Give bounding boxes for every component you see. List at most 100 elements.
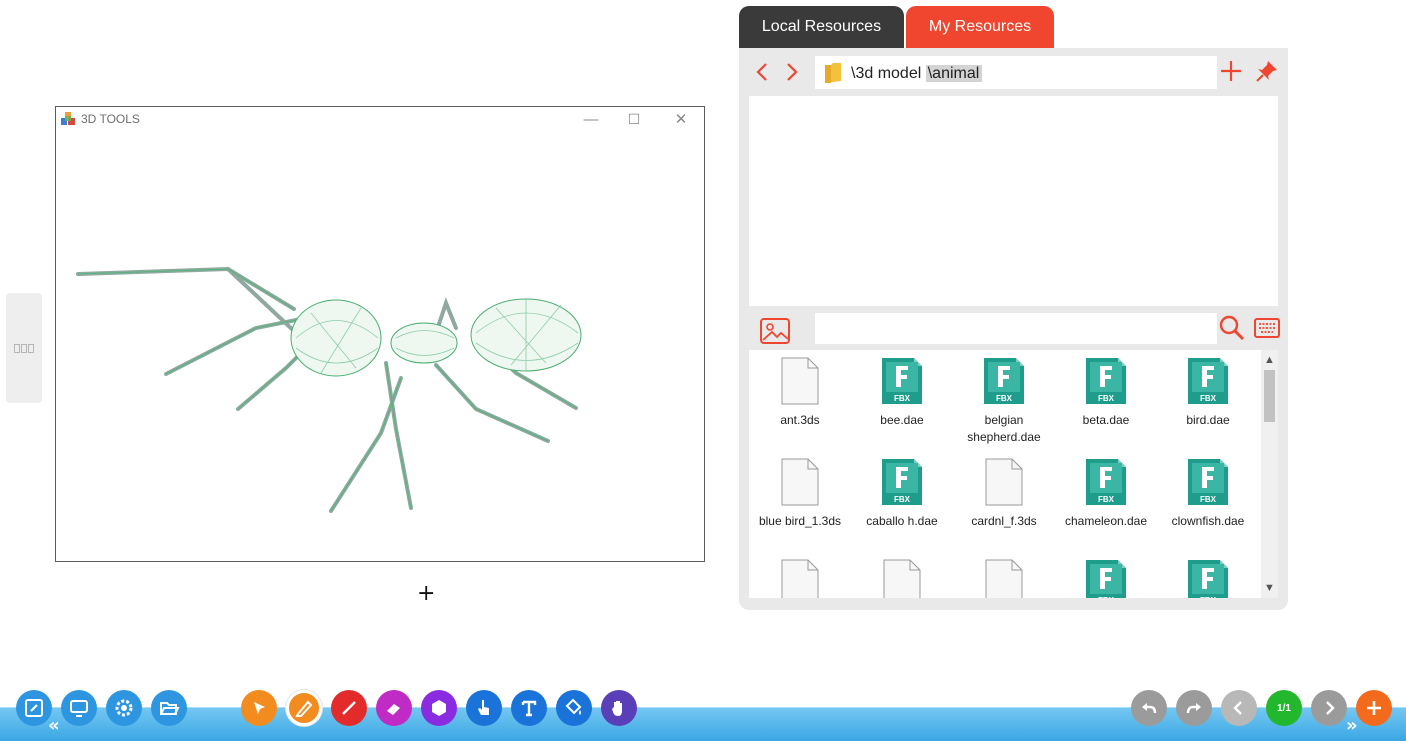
pan-button[interactable] — [601, 690, 637, 726]
plus-icon — [1367, 701, 1381, 715]
3d-viewport[interactable] — [56, 133, 704, 561]
file-grid: ant.3ds FBX bee.dae FBX belgian shepherd.dae… — [749, 350, 1261, 598]
file-item[interactable] — [749, 552, 851, 598]
file-item[interactable]: FBX caballo h.dae — [851, 451, 953, 552]
fbx-file-icon: FBX — [882, 358, 922, 404]
folder-icon — [825, 63, 841, 83]
fbx-file-icon: FBX — [984, 358, 1024, 404]
fbx-file-icon: FBX — [1086, 560, 1126, 598]
file-name: bird.dae — [1186, 413, 1230, 427]
add-page-button[interactable] — [1356, 690, 1392, 726]
collapse-left-icon[interactable]: « — [48, 717, 60, 735]
file-name: beta.dae — [1082, 413, 1130, 427]
fbx-file-icon: FBX — [1086, 459, 1126, 505]
chevron-right-icon — [1326, 701, 1335, 715]
minimize-button[interactable]: — — [576, 109, 606, 129]
tab-my-resources[interactable]: My Resources — [906, 6, 1054, 48]
fbx-file-icon: FBX — [882, 459, 922, 505]
keyboard-icon[interactable] — [1253, 316, 1281, 340]
file-item[interactable] — [953, 552, 1055, 598]
hexagon-icon — [432, 700, 446, 716]
document-file-icon — [985, 458, 1023, 506]
file-item[interactable]: FBX — [1157, 552, 1259, 598]
path-current: \animal — [925, 65, 983, 82]
search-input[interactable] — [815, 313, 1217, 344]
file-item[interactable]: FBX belgian shepherd.dae — [953, 350, 1055, 451]
back-arrow-icon[interactable] — [751, 60, 773, 84]
undo-button[interactable] — [1131, 690, 1167, 726]
open-folder-button[interactable] — [151, 690, 187, 726]
fbx-label: FBX — [1200, 394, 1217, 403]
fbx-file-icon: FBX — [1188, 358, 1228, 404]
select-button[interactable] — [241, 690, 277, 726]
pencil-icon — [295, 700, 313, 717]
folder-open-icon — [160, 702, 180, 715]
scroll-down-arrow-icon[interactable]: ▼ — [1261, 580, 1278, 596]
file-name: ant.3ds — [780, 413, 820, 427]
grip-icon — [14, 343, 34, 353]
ant-wireframe-model — [76, 266, 582, 513]
text-button[interactable] — [511, 690, 547, 726]
file-item[interactable]: FBX bee.dae — [851, 350, 953, 451]
file-item[interactable]: blue bird_1.3ds — [749, 451, 851, 552]
eraser-icon — [387, 704, 400, 715]
forward-arrow-icon[interactable] — [781, 60, 803, 84]
file-item[interactable]: FBX bird.dae — [1157, 350, 1259, 451]
side-panel-handle[interactable] — [6, 293, 42, 403]
page-indicator[interactable]: 1/1 — [1266, 690, 1302, 726]
fbx-label: FBX — [1200, 596, 1217, 598]
file-item[interactable]: cardnl_f.3ds — [953, 451, 1055, 552]
file-name: bee.dae — [880, 413, 924, 427]
line-icon — [342, 701, 356, 715]
shape-button[interactable] — [421, 690, 457, 726]
settings-button[interactable] — [106, 690, 142, 726]
path-folder: \3d model — [851, 65, 922, 82]
document-file-icon — [781, 357, 819, 405]
eraser-button[interactable] — [376, 690, 412, 726]
file-name: clownfish.dae — [1171, 514, 1245, 528]
redo-button[interactable] — [1176, 690, 1212, 726]
previous-page-button[interactable] — [1221, 690, 1257, 726]
maximize-button[interactable]: ☐ — [619, 109, 649, 129]
screen-button[interactable] — [61, 690, 97, 726]
pin-icon[interactable] — [1254, 58, 1280, 84]
document-file-icon — [985, 559, 1023, 598]
tab-local-resources[interactable]: Local Resources — [739, 6, 904, 48]
fbx-label: FBX — [894, 394, 911, 403]
path-bar[interactable]: \3d model \animal — [815, 56, 1217, 89]
file-item[interactable]: ant.3ds — [749, 350, 851, 451]
scroll-thumb[interactable] — [1264, 370, 1275, 422]
pen-button[interactable] — [286, 690, 322, 726]
search-icon[interactable] — [1218, 314, 1246, 342]
monitor-icon — [70, 700, 88, 717]
close-button[interactable]: ✕ — [666, 109, 696, 129]
fbx-label: FBX — [894, 495, 911, 504]
file-item[interactable]: FBX beta.dae — [1055, 350, 1157, 451]
window-titlebar[interactable]: 3D TOOLS — ☐ ✕ — [56, 107, 704, 131]
document-file-icon — [781, 458, 819, 506]
touch-button[interactable] — [466, 690, 502, 726]
fill-button[interactable] — [556, 690, 592, 726]
file-item[interactable] — [851, 552, 953, 598]
collapse-right-icon[interactable]: » — [1346, 717, 1358, 735]
file-item[interactable]: FBX — [1055, 552, 1157, 598]
fbx-file-icon: FBX — [1188, 560, 1228, 598]
line-button[interactable] — [331, 690, 367, 726]
edit-button[interactable] — [16, 690, 52, 726]
file-item[interactable]: FBX chameleon.dae — [1055, 451, 1157, 552]
window-title: 3D TOOLS — [81, 112, 140, 126]
scroll-up-arrow-icon[interactable]: ▲ — [1261, 352, 1278, 368]
chevron-left-icon — [1233, 701, 1242, 715]
image-icon[interactable] — [759, 317, 791, 345]
preview-area — [749, 96, 1278, 306]
fbx-label: FBX — [1098, 596, 1115, 598]
file-item[interactable]: FBX clownfish.dae — [1157, 451, 1259, 552]
paint-bucket-icon — [565, 698, 582, 715]
add-icon[interactable] — [1218, 58, 1244, 84]
scrollbar[interactable]: ▲ ▼ — [1261, 350, 1278, 598]
file-name: caballo h.dae — [866, 514, 938, 528]
next-page-button[interactable] — [1311, 690, 1347, 726]
hand-icon — [612, 701, 622, 716]
crosshair-cursor: + — [417, 581, 436, 606]
undo-icon — [1142, 703, 1157, 714]
